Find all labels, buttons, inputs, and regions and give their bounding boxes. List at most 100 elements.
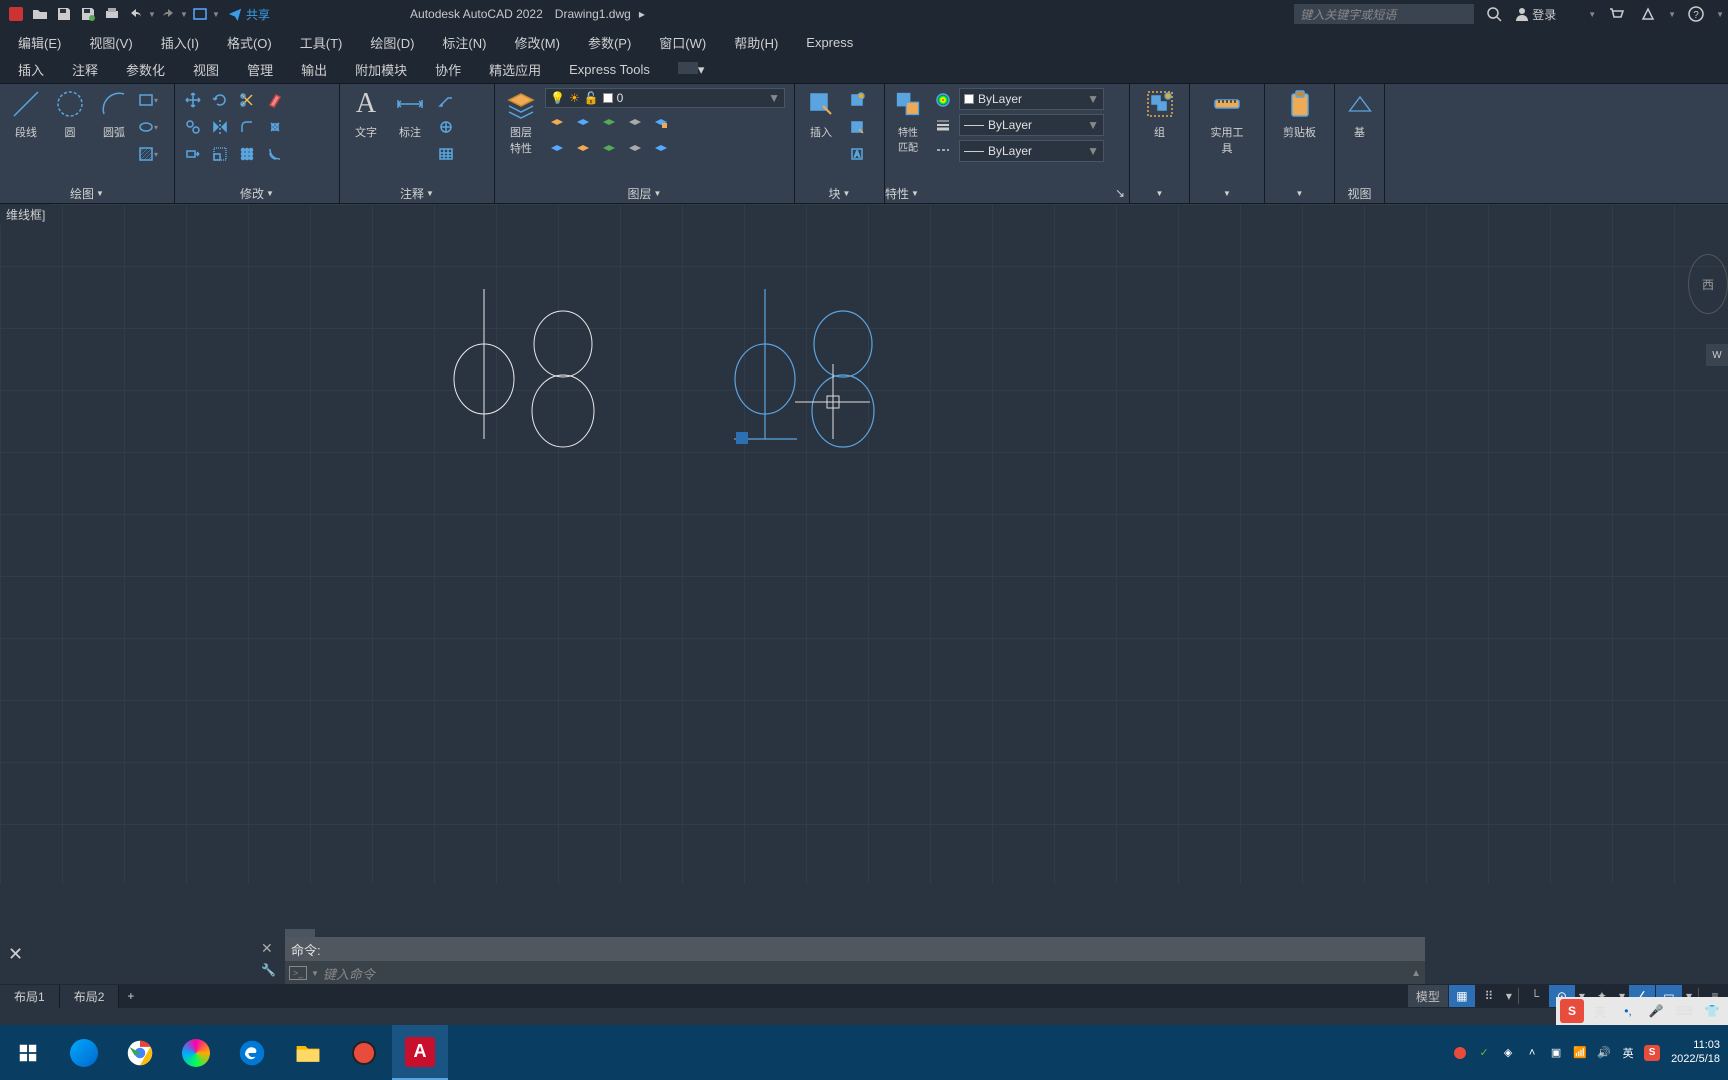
tab-featured[interactable]: 精选应用 (475, 56, 555, 83)
tool-hatch[interactable]: ▾ (138, 142, 162, 166)
panel-title-block[interactable]: 块▼ (795, 183, 884, 203)
menu-express[interactable]: Express (792, 31, 867, 54)
panel-title-annotation[interactable]: 注释▼ (340, 183, 494, 203)
layer-unhide-icon[interactable] (571, 138, 595, 158)
print-icon[interactable] (101, 3, 123, 25)
menu-window[interactable]: 窗口(W) (645, 29, 720, 56)
workspace-icon[interactable] (189, 3, 211, 25)
menu-dimension[interactable]: 标注(N) (428, 29, 500, 56)
layer-match-icon[interactable] (649, 112, 673, 132)
tool-scale[interactable] (208, 142, 232, 166)
tool-layer-properties[interactable]: 图层 特性 (501, 88, 541, 156)
lineweight-icon[interactable] (931, 113, 955, 137)
status-ortho-icon[interactable]: └ (1522, 985, 1548, 1007)
tab-insert[interactable]: 插入 (4, 56, 58, 83)
commandline-settings-icon[interactable]: 🔧 (261, 963, 276, 977)
panel-title-layers[interactable]: 图层▼ (495, 183, 794, 203)
ime-punct-icon[interactable]: •, (1616, 999, 1640, 1023)
layer-thaw-icon[interactable] (597, 138, 621, 158)
ime-sogou-icon[interactable]: S (1560, 999, 1584, 1023)
share-button[interactable]: 共享 (228, 6, 270, 23)
tray-record-icon[interactable] (1451, 1044, 1469, 1062)
ime-mic-icon[interactable]: 🎤 (1644, 999, 1668, 1023)
redo-icon[interactable] (157, 3, 179, 25)
tool-fillet[interactable] (235, 115, 259, 139)
help-search-input[interactable]: 键入关键字或短语 (1294, 4, 1474, 24)
tool-create-block[interactable] (845, 88, 869, 112)
tool-move[interactable] (181, 88, 205, 112)
tab-view[interactable]: 视图 (179, 56, 233, 83)
tool-match-properties[interactable]: 特性 匹配 (891, 88, 925, 154)
panel-title-utilities[interactable]: ▼ (1190, 183, 1264, 203)
tab-annotate[interactable]: 注释 (58, 56, 112, 83)
ime-toolbar[interactable]: S 英 •, 🎤 ⌨ 👕 (1556, 997, 1728, 1025)
tool-stretch[interactable] (181, 142, 205, 166)
menu-draw[interactable]: 绘图(D) (356, 29, 428, 56)
cart-icon[interactable] (1605, 3, 1627, 25)
tool-base[interactable]: 基 (1341, 88, 1378, 140)
tray-volume-icon[interactable]: 🔊 (1595, 1044, 1613, 1062)
tool-rectangle[interactable]: ▾ (138, 88, 162, 112)
ime-skin-icon[interactable]: 👕 (1700, 999, 1724, 1023)
status-snap-dd[interactable]: ▾ (1503, 985, 1515, 1007)
ime-keyboard-icon[interactable]: ⌨ (1672, 999, 1696, 1023)
open-icon[interactable] (29, 3, 51, 25)
menu-edit[interactable]: 编辑(E) (4, 29, 75, 56)
taskbar-clock[interactable]: 11:03 2022/5/18 (1667, 1039, 1724, 1065)
login-dropdown[interactable]: ▼ (1588, 10, 1596, 19)
ime-lang[interactable]: 英 (1588, 999, 1612, 1023)
menu-parametric[interactable]: 参数(P) (574, 29, 645, 56)
tool-attribute[interactable]: A (845, 142, 869, 166)
tool-text[interactable]: A 文字 (346, 88, 386, 140)
tool-rotate[interactable] (208, 88, 232, 112)
tool-att[interactable] (434, 115, 458, 139)
layer-make-current-icon[interactable] (623, 112, 647, 132)
status-snap-icon[interactable]: ⠿ (1476, 985, 1502, 1007)
tool-array[interactable] (235, 142, 259, 166)
lineweight-combo[interactable]: ByLayer ▼ (959, 114, 1104, 136)
wcs-indicator[interactable]: W (1706, 344, 1728, 366)
tray-ime-icon[interactable]: S (1643, 1044, 1661, 1062)
panel-title-properties[interactable]: 特性▼↘ (885, 183, 1129, 203)
task-edge-icon[interactable] (224, 1025, 280, 1080)
layer-unlock-icon[interactable] (623, 138, 647, 158)
linetype-icon[interactable] (931, 138, 955, 162)
drawing-canvas[interactable]: 维线框] 西 W (0, 204, 1728, 884)
command-input-row[interactable]: >_ ▼ 键入命令 ▲ (285, 961, 1425, 985)
layer-iso-icon[interactable] (545, 138, 569, 158)
tray-wifi-icon[interactable]: 📶 (1571, 1044, 1589, 1062)
app-dropdown[interactable]: ▼ (1668, 10, 1676, 19)
tool-mirror[interactable] (208, 115, 232, 139)
tool-edit-block[interactable] (845, 115, 869, 139)
login-button[interactable]: 登录 (1514, 6, 1556, 23)
tray-security-icon[interactable]: ◈ (1499, 1044, 1517, 1062)
tab-collaborate[interactable]: 协作 (421, 56, 475, 83)
tool-insert-block[interactable]: 插入 (801, 88, 841, 140)
tray-up-icon[interactable]: ˄ (1523, 1044, 1541, 1062)
linetype-combo[interactable]: ByLayer ▼ (959, 140, 1104, 162)
tool-group[interactable]: 组 (1140, 88, 1180, 140)
color-wheel-icon[interactable] (931, 88, 955, 112)
tool-copy[interactable] (181, 115, 205, 139)
close-viewport-icon[interactable]: ✕ (8, 944, 23, 965)
tool-offset-icon[interactable] (263, 142, 287, 166)
tool-ellipse[interactable]: ▾ (138, 115, 162, 139)
tool-leader[interactable] (434, 88, 458, 112)
search-icon[interactable] (1483, 3, 1505, 25)
saveas-icon[interactable] (77, 3, 99, 25)
status-grid-icon[interactable]: ▦ (1449, 985, 1475, 1007)
tab-express[interactable]: Express Tools (555, 58, 664, 81)
save-icon[interactable] (53, 3, 75, 25)
layer-lock-icon[interactable] (597, 112, 621, 132)
menu-format[interactable]: 格式(O) (213, 29, 286, 56)
task-autocad-icon[interactable]: A (392, 1025, 448, 1080)
tray-wechat-icon[interactable]: ✓ (1475, 1044, 1493, 1062)
menu-insert[interactable]: 插入(I) (147, 29, 213, 56)
menu-app-icon[interactable] (5, 3, 27, 25)
redo-dropdown[interactable]: ▼ (180, 10, 188, 19)
layout-tab-2[interactable]: 布局2 (60, 985, 120, 1008)
tab-manage[interactable]: 管理 (233, 56, 287, 83)
tool-arc[interactable]: 圆弧 (94, 88, 134, 140)
commandline-grip[interactable] (285, 929, 315, 937)
layout-add-button[interactable]: + (119, 986, 142, 1006)
